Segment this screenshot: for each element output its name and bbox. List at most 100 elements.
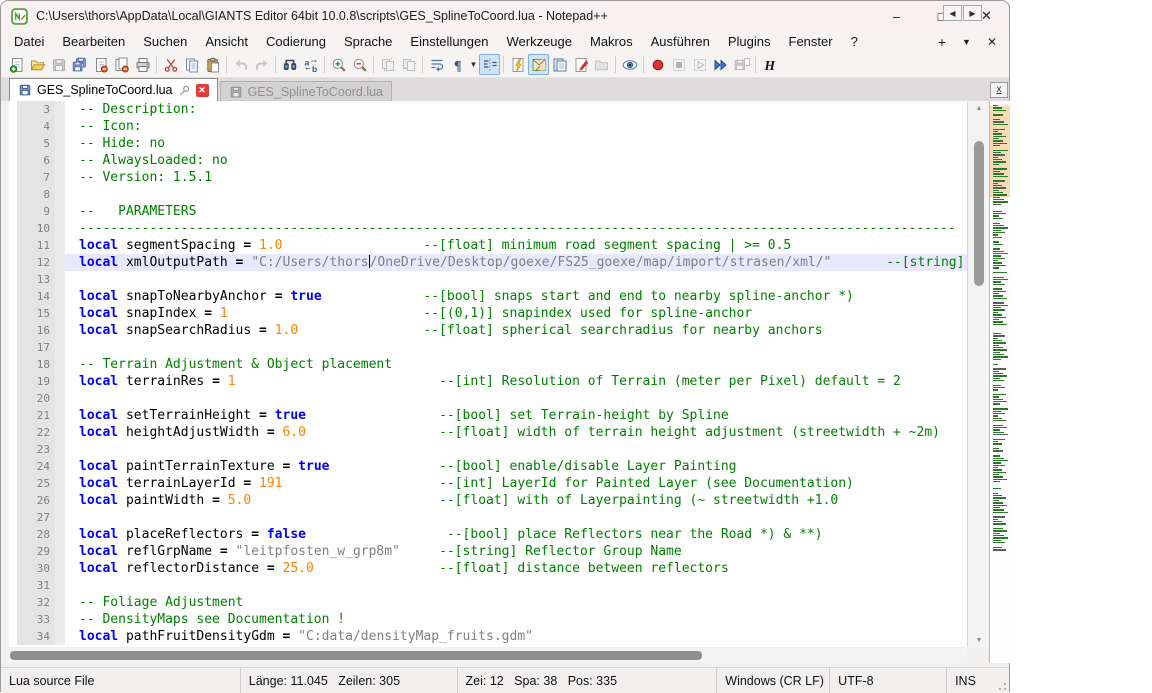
fold-margin[interactable] [55, 611, 65, 628]
bookmark-margin[interactable] [9, 543, 17, 560]
bookmark-margin[interactable] [9, 254, 17, 271]
fold-margin[interactable] [55, 628, 65, 645]
cut-icon[interactable] [160, 54, 181, 75]
code-line-12[interactable]: 12local xmlOutputPath = "C:/Users/thors/… [9, 254, 967, 271]
folder-workspace-icon[interactable] [591, 54, 612, 75]
fold-margin[interactable] [55, 118, 65, 135]
bookmark-margin[interactable] [9, 560, 17, 577]
bookmark-margin[interactable] [9, 322, 17, 339]
code-line-4[interactable]: 4-- Icon: [9, 118, 967, 135]
menu-einstellungen[interactable]: Einstellungen [401, 34, 497, 49]
code-line-23[interactable]: 23 [9, 441, 967, 458]
fold-margin[interactable] [55, 356, 65, 373]
code-line-16[interactable]: 16local snapSearchRadius = 1.0 --[float]… [9, 322, 967, 339]
bookmark-margin[interactable] [9, 101, 17, 118]
hex-editor-icon[interactable]: H [759, 54, 780, 75]
fold-margin[interactable] [55, 101, 65, 118]
scroll-down-icon[interactable]: ▼ [968, 633, 990, 647]
code-line-31[interactable]: 31 [9, 577, 967, 594]
code-line-20[interactable]: 20 [9, 390, 967, 407]
code-line-29[interactable]: 29local reflGrpName = "leitpfosten_w_grp… [9, 543, 967, 560]
fold-margin[interactable] [55, 373, 65, 390]
code-line-10[interactable]: 10--------------------------------------… [9, 220, 967, 237]
show-all-characters-icon[interactable]: ¶ [447, 54, 468, 75]
code-line-30[interactable]: 30local reflectorDistance = 25.0 --[floa… [9, 560, 967, 577]
undo-icon[interactable] [230, 54, 251, 75]
bookmark-margin[interactable] [9, 135, 17, 152]
bookmark-margin[interactable] [9, 390, 17, 407]
code-editor[interactable]: 3-- Description:4-- Icon:5-- Hide: no6--… [9, 101, 967, 647]
menu-suchen[interactable]: Suchen [134, 34, 196, 49]
fold-margin[interactable] [55, 186, 65, 203]
bookmark-margin[interactable] [9, 373, 17, 390]
fold-margin[interactable] [55, 441, 65, 458]
fold-margin[interactable] [55, 305, 65, 322]
fold-margin[interactable] [55, 203, 65, 220]
find-icon[interactable] [279, 54, 300, 75]
bookmark-margin[interactable] [9, 526, 17, 543]
bookmark-margin[interactable] [9, 271, 17, 288]
open-file-icon[interactable] [27, 54, 48, 75]
fold-margin[interactable] [55, 152, 65, 169]
fold-margin[interactable] [55, 254, 65, 271]
menu-werkzeuge[interactable]: Werkzeuge [497, 34, 581, 49]
vertical-scrollbar[interactable]: ▲ ▼ [967, 101, 989, 647]
bookmark-margin[interactable] [9, 339, 17, 356]
doc-switcher-icon[interactable] [549, 54, 570, 75]
bookmark-margin[interactable] [9, 424, 17, 441]
document-map-icon[interactable] [528, 54, 549, 75]
code-line-17[interactable]: 17 [9, 339, 967, 356]
bookmark-margin[interactable] [9, 203, 17, 220]
fold-margin[interactable] [55, 271, 65, 288]
scroll-up-icon[interactable]: ▲ [968, 101, 990, 115]
bookmark-margin[interactable] [9, 186, 17, 203]
sync-vertical-icon[interactable] [377, 54, 398, 75]
file-monitor-icon[interactable] [570, 54, 591, 75]
menu-bearbeiten[interactable]: Bearbeiten [53, 34, 134, 49]
code-line-8[interactable]: 8 [9, 186, 967, 203]
print-icon[interactable] [132, 54, 153, 75]
code-line-9[interactable]: 9-- PARAMETERS [9, 203, 967, 220]
replace-icon[interactable]: ab [300, 54, 321, 75]
horizontal-scrollbar[interactable] [9, 648, 967, 663]
bookmark-margin[interactable] [9, 305, 17, 322]
minimize-button[interactable]: – [874, 1, 919, 31]
fold-margin[interactable] [55, 169, 65, 186]
fold-margin[interactable] [55, 424, 65, 441]
tab-list-dropdown-icon[interactable]: ▼ [962, 37, 971, 47]
bookmark-margin[interactable] [9, 611, 17, 628]
bookmark-margin[interactable] [9, 152, 17, 169]
bookmark-margin[interactable] [9, 441, 17, 458]
macro-save-icon[interactable] [731, 54, 752, 75]
bookmark-margin[interactable] [9, 492, 17, 509]
menu-ansicht[interactable]: Ansicht [196, 34, 257, 49]
show-all-characters-icon-dropdown[interactable]: ▼ [468, 54, 479, 75]
fold-margin[interactable] [55, 339, 65, 356]
macro-run-multiple-icon[interactable] [710, 54, 731, 75]
pin-icon[interactable] [178, 84, 191, 97]
code-line-5[interactable]: 5-- Hide: no [9, 135, 967, 152]
horizontal-scrollbar-thumb[interactable] [10, 651, 702, 660]
paste-icon[interactable] [202, 54, 223, 75]
code-line-14[interactable]: 14local snapToNearbyAnchor = true --[boo… [9, 288, 967, 305]
code-line-3[interactable]: 3-- Description: [9, 101, 967, 118]
fold-margin[interactable] [55, 458, 65, 475]
fold-margin[interactable] [55, 526, 65, 543]
bookmark-margin[interactable] [9, 237, 17, 254]
code-line-13[interactable]: 13 [9, 271, 967, 288]
code-line-25[interactable]: 25local terrainLayerId = 191 --[int] Lay… [9, 475, 967, 492]
code-line-11[interactable]: 11local segmentSpacing = 1.0 --[float] m… [9, 237, 967, 254]
macro-stop-icon[interactable] [668, 54, 689, 75]
code-line-27[interactable]: 27 [9, 509, 967, 526]
title-bar[interactable]: C:\Users\thors\AppData\Local\GIANTS Edit… [1, 1, 1009, 31]
code-line-21[interactable]: 21local setTerrainHeight = true --[bool]… [9, 407, 967, 424]
close-icon[interactable] [90, 54, 111, 75]
tab-2[interactable]: GES_SplineToCoord.lua [220, 81, 393, 101]
fold-margin[interactable] [55, 135, 65, 152]
status-insert-mode[interactable]: INS [947, 668, 995, 693]
macro-play-icon[interactable] [689, 54, 710, 75]
fold-margin[interactable] [55, 220, 65, 237]
view-eye-icon[interactable] [619, 54, 640, 75]
fold-margin[interactable] [55, 543, 65, 560]
fold-margin[interactable] [55, 492, 65, 509]
